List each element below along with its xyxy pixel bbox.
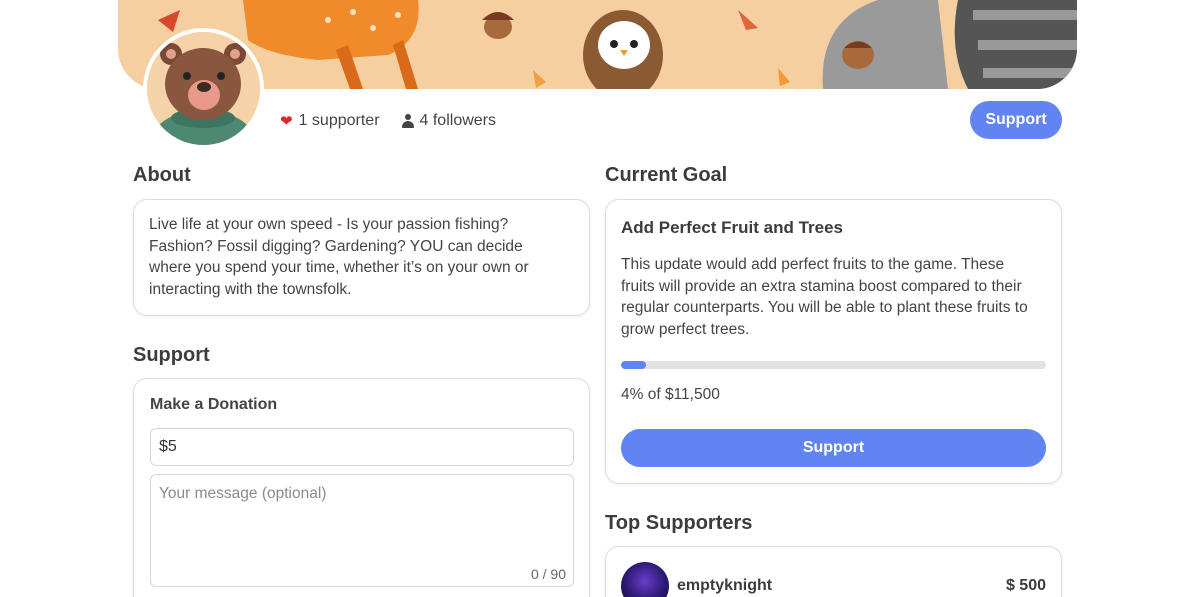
message-char-count: 0 / 90 bbox=[530, 566, 566, 582]
goal-progress-bar bbox=[621, 361, 1046, 369]
supporter-name: emptyknight bbox=[677, 577, 773, 594]
supporters-stat: ❤ 1 supporter bbox=[280, 112, 380, 130]
goal-progress-fill bbox=[621, 361, 646, 369]
goal-title: Add Perfect Fruit and Trees bbox=[621, 218, 843, 237]
header-support-button[interactable]: Support bbox=[970, 101, 1062, 139]
support-heading: Support bbox=[133, 344, 210, 366]
top-supporters-heading: Top Supporters bbox=[605, 512, 753, 534]
current-goal-heading: Current Goal bbox=[605, 164, 728, 186]
profile-stats: ❤ 1 supporter 4 followers bbox=[280, 110, 518, 132]
person-icon bbox=[401, 114, 414, 128]
goal-progress-text: 4% of $11,500 bbox=[621, 386, 720, 403]
supporters-count: 1 supporter bbox=[298, 112, 380, 129]
profile-avatar bbox=[143, 28, 264, 149]
goal-support-button[interactable]: Support bbox=[621, 429, 1046, 467]
about-text: Live life at your own speed - Is your pa… bbox=[149, 216, 529, 298]
about-heading: About bbox=[133, 164, 191, 186]
donation-amount-input[interactable] bbox=[150, 428, 574, 466]
donation-title: Make a Donation bbox=[150, 396, 278, 413]
followers-count: 4 followers bbox=[419, 112, 496, 129]
heart-icon: ❤ bbox=[280, 113, 293, 130]
supporter-amount: $ 500 bbox=[1005, 577, 1046, 594]
followers-stat: 4 followers bbox=[401, 112, 496, 130]
bear-avatar-illustration bbox=[147, 32, 260, 145]
goal-description: This update would add perfect fruits to … bbox=[621, 256, 1028, 338]
